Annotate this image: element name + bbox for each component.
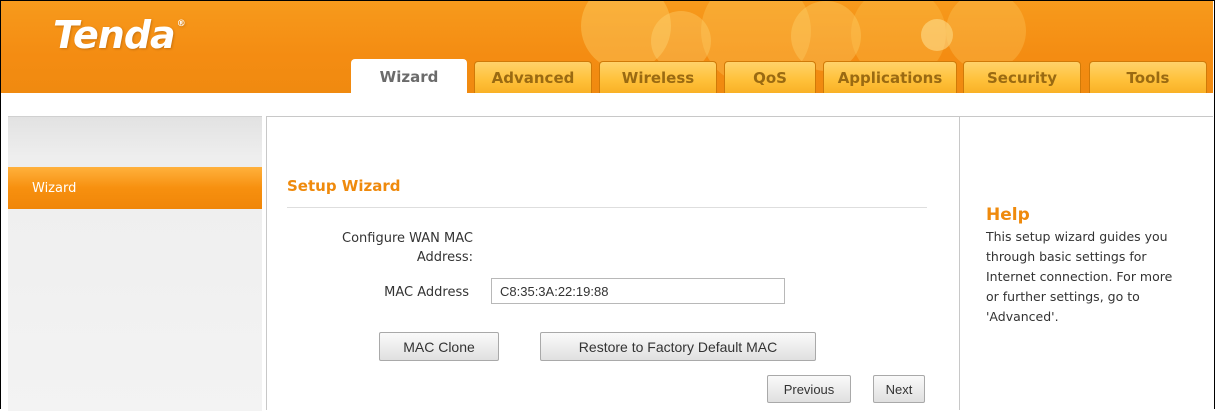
configure-wan-mac-label: Configure WAN MAC Address:: [342, 231, 473, 265]
header-divider: [1, 93, 1213, 116]
help-title: Help: [986, 205, 1030, 225]
tab-wizard[interactable]: Wizard: [351, 59, 467, 93]
header: Tenda ® Wizard Advanced Wireless QoS Appl…: [1, 1, 1213, 93]
title-divider: [287, 207, 927, 208]
main-panel: Setup Wizard Configure WAN MAC Address: …: [266, 116, 960, 410]
tab-security[interactable]: Security: [963, 61, 1081, 93]
mac-address-label: MAC Address: [384, 285, 469, 300]
mac-clone-button[interactable]: MAC Clone: [379, 332, 499, 361]
tab-advanced[interactable]: Advanced: [474, 61, 592, 93]
previous-button[interactable]: Previous: [767, 375, 851, 403]
page-title: Setup Wizard: [287, 177, 401, 195]
restore-default-mac-button[interactable]: Restore to Factory Default MAC: [540, 332, 816, 361]
next-button[interactable]: Next: [873, 375, 925, 403]
mac-address-input[interactable]: [491, 278, 785, 304]
sidebar: Wizard: [8, 116, 262, 411]
sidebar-item-label: Wizard: [32, 180, 77, 196]
sidebar-item-wizard[interactable]: Wizard: [8, 167, 262, 209]
tab-tools[interactable]: Tools: [1089, 61, 1207, 93]
help-panel: Help This setup wizard guides you throug…: [960, 116, 1213, 410]
help-text: This setup wizard guides you through bas…: [986, 229, 1173, 324]
tab-qos[interactable]: QoS: [724, 61, 816, 93]
tab-applications[interactable]: Applications: [823, 61, 957, 93]
main-nav: Wizard Advanced Wireless QoS Application…: [1, 57, 1213, 93]
tab-wireless[interactable]: Wireless: [599, 61, 717, 93]
tenda-logo: Tenda ®: [53, 13, 186, 57]
